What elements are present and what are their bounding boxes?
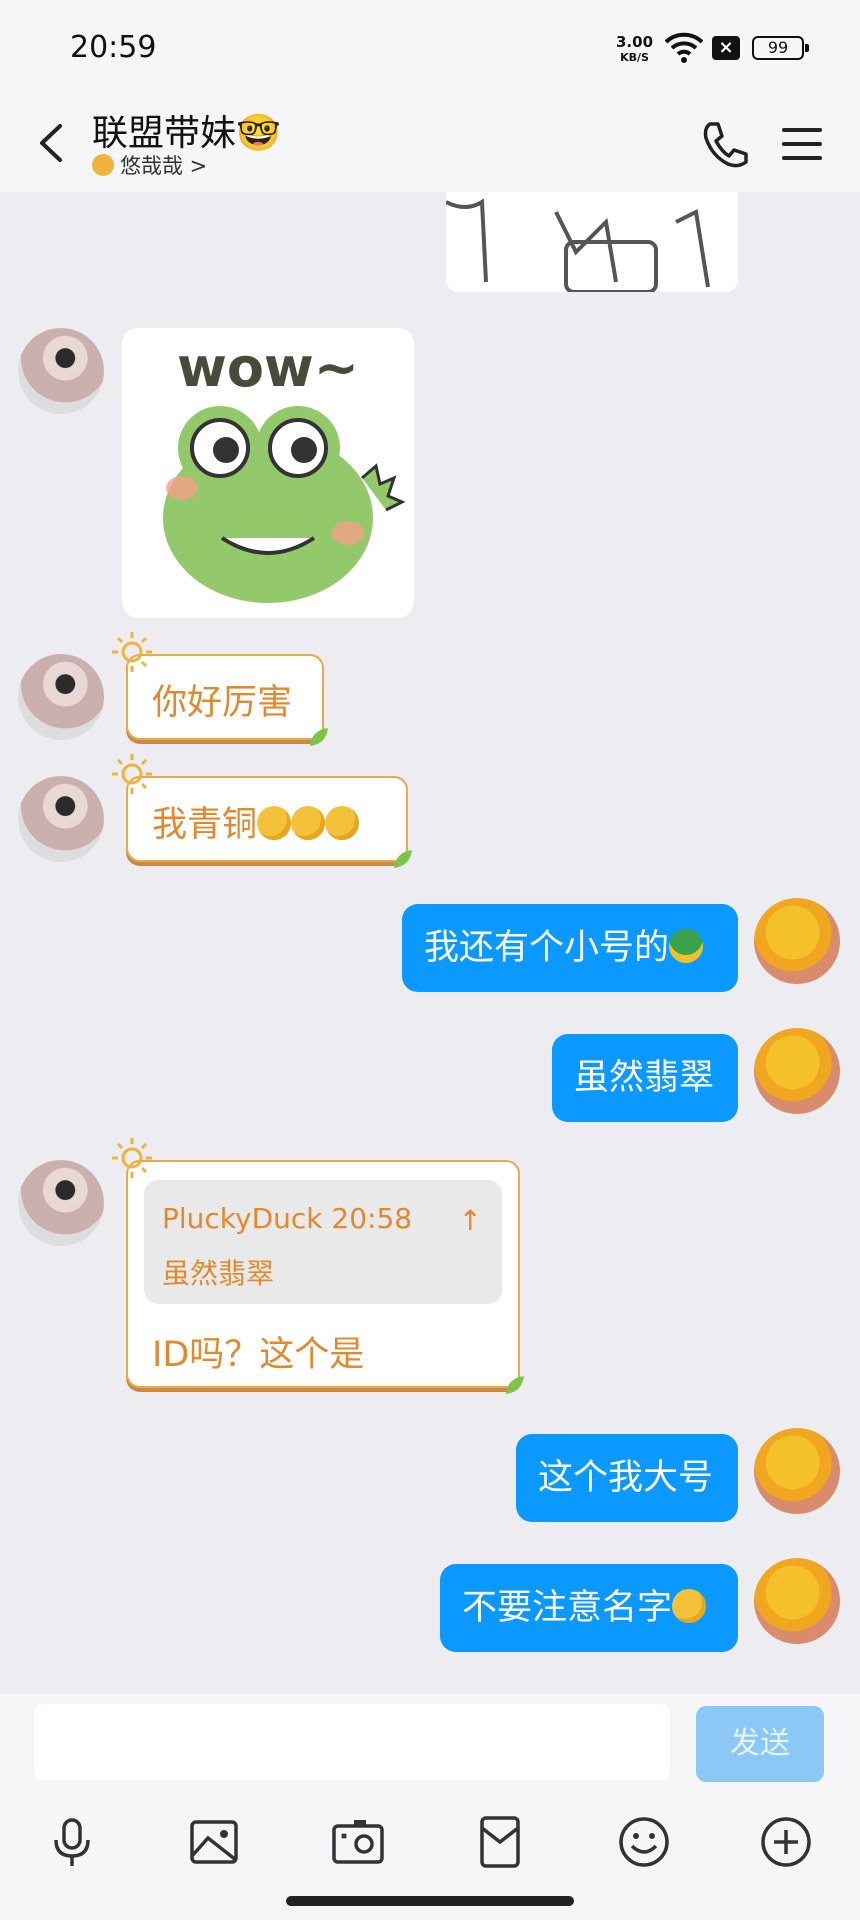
sun-icon — [92, 154, 114, 176]
net-speed-value: 3.00 — [616, 33, 654, 51]
leaf-decoration-icon — [394, 850, 412, 868]
chat-title[interactable]: 联盟带妹🤓 — [92, 104, 281, 156]
home-indicator[interactable] — [286, 1896, 574, 1906]
plus-icon[interactable] — [756, 1812, 816, 1872]
battery-level: 99 — [767, 38, 789, 57]
avatar-me[interactable] — [754, 1428, 840, 1514]
message-text: ID吗？这个是 — [152, 1335, 365, 1375]
net-speed-unit: KB/S — [620, 51, 649, 64]
phone-icon[interactable] — [694, 114, 754, 174]
laughing-emoji-icon — [257, 806, 292, 840]
quoted-message[interactable]: PluckyDuck 20:58 ↑ 虽然翡翠 — [144, 1180, 502, 1304]
sun-decoration-icon — [112, 1138, 152, 1178]
emoji-icon[interactable] — [614, 1812, 674, 1872]
sticker-image-partial[interactable] — [446, 192, 738, 292]
message-bubble-them[interactable]: 你好厉害 — [112, 632, 328, 746]
net-speed: 3.00 KB/S — [616, 34, 653, 66]
status-time: 20:59 — [70, 30, 157, 65]
leaf-decoration-icon — [506, 1376, 524, 1394]
battery-icon: 99 — [752, 36, 809, 60]
frog-sticker-text: wow~ — [177, 336, 359, 399]
message-bubble-them-reply[interactable]: PluckyDuck 20:58 ↑ 虽然翡翠 ID吗？这个是 — [112, 1138, 524, 1394]
laughing-emoji-icon — [672, 1589, 707, 1623]
menu-icon[interactable] — [772, 114, 832, 174]
subtitle-text: 悠哉哉 > — [120, 154, 208, 178]
message-text: 不要注意名字 — [462, 1588, 673, 1628]
avatar-them[interactable] — [18, 328, 104, 414]
sun-decoration-icon — [112, 632, 152, 672]
message-text: 你好厉害 — [152, 683, 293, 723]
avatar-them[interactable] — [18, 654, 104, 740]
no-sim-icon: × — [712, 36, 740, 60]
message-text-body: 我青铜 — [152, 805, 258, 845]
message-text: 这个我大号 — [538, 1458, 714, 1498]
turtle-emoji-icon — [669, 929, 704, 963]
composer-bar: 发送 — [0, 1694, 860, 1920]
frog-sticker-art: wow~ — [163, 336, 406, 603]
avatar-me[interactable] — [754, 1028, 840, 1114]
message-text: 我还有个小号的 — [424, 928, 670, 968]
message-bubble-me[interactable]: 这个我大号 — [516, 1434, 738, 1522]
message-input[interactable] — [34, 1704, 670, 1780]
image-icon[interactable] — [184, 1812, 244, 1872]
message-text: 我青铜 — [152, 796, 360, 847]
frog-sticker[interactable]: wow~ — [122, 328, 414, 618]
leaf-decoration-icon — [310, 728, 328, 746]
message-bubble-them[interactable]: 我青铜 — [112, 754, 412, 868]
message-text: 虽然翡翠 — [574, 1058, 715, 1098]
chat-subtitle[interactable]: 悠哉哉 > — [92, 150, 207, 180]
message-bubble-me[interactable]: 虽然翡翠 — [552, 1034, 738, 1122]
avatar-them[interactable] — [18, 1160, 104, 1246]
message-bubble-me[interactable]: 不要注意名字 — [440, 1564, 738, 1652]
wifi-icon — [664, 32, 704, 63]
sun-decoration-icon — [112, 754, 152, 794]
send-button[interactable]: 发送 — [696, 1706, 824, 1782]
microphone-icon[interactable] — [42, 1812, 102, 1872]
sketch-image — [446, 198, 710, 292]
avatar-me[interactable] — [754, 1558, 840, 1644]
chat-scroll-area[interactable]: wow~ 你好厉害 我青铜 我还有个小号的 虽然翡翠 PluckyDuck 20… — [0, 192, 860, 1694]
red-packet-icon[interactable] — [470, 1812, 530, 1872]
laughing-emoji-icon — [325, 806, 360, 840]
avatar-me[interactable] — [754, 898, 840, 984]
camera-icon[interactable] — [328, 1812, 388, 1872]
status-bar: 20:59 3.00 KB/S × 99 — [0, 0, 860, 100]
avatar-them[interactable] — [18, 776, 104, 862]
quote-author: PluckyDuck 20:58 — [162, 1202, 413, 1235]
message-bubble-me[interactable]: 我还有个小号的 — [402, 904, 738, 992]
back-icon[interactable] — [28, 118, 78, 168]
quote-jump-icon[interactable]: ↑ — [459, 1204, 482, 1237]
quote-text: 虽然翡翠 — [162, 1257, 275, 1290]
laughing-emoji-icon — [291, 806, 326, 840]
chat-header: 联盟带妹🤓 悠哉哉 > — [0, 100, 860, 192]
